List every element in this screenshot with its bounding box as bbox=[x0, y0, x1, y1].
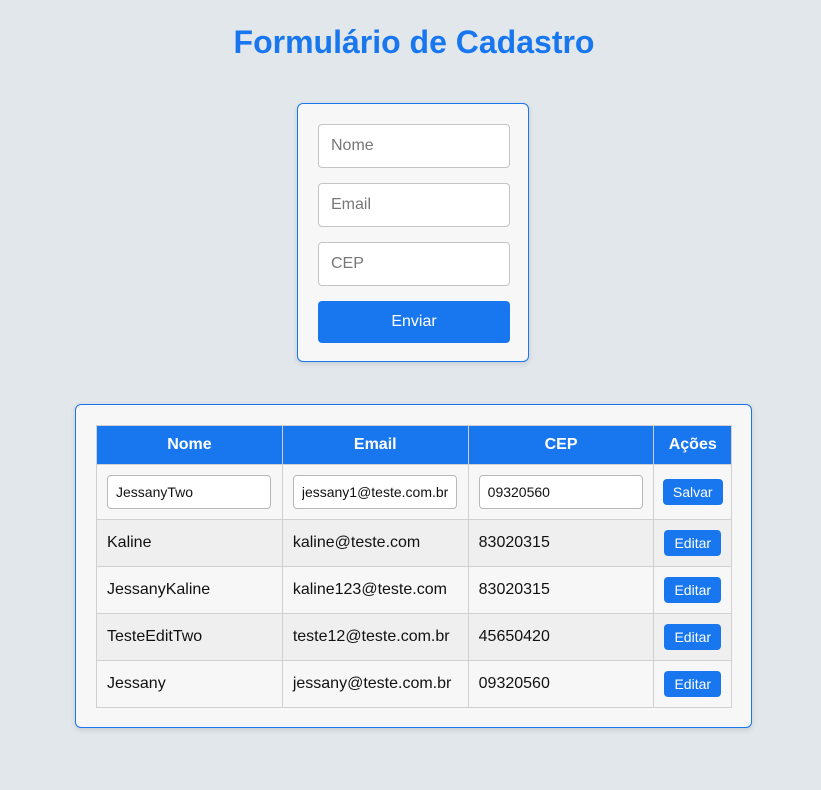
table-row: JessanyKaline kaline123@teste.com 830203… bbox=[96, 566, 732, 614]
editar-button[interactable]: Editar bbox=[664, 624, 722, 650]
salvar-button[interactable]: Salvar bbox=[662, 479, 723, 505]
cell-acoes: Editar bbox=[653, 613, 732, 661]
cell-acoes: Editar bbox=[653, 566, 732, 614]
cell-email: jessany@teste.com.br bbox=[281, 660, 469, 708]
cell-email: kaline123@teste.com bbox=[281, 566, 469, 614]
cell-cep: 09320560 bbox=[467, 660, 655, 708]
cell-nome: Jessany bbox=[96, 660, 283, 708]
edit-cell-cep bbox=[467, 464, 655, 520]
cell-nome: TesteEditTwo bbox=[96, 613, 283, 661]
cell-acoes: Editar bbox=[653, 519, 732, 567]
header-email: Email bbox=[281, 425, 469, 465]
cell-nome: Kaline bbox=[96, 519, 283, 567]
cell-acoes: Editar bbox=[653, 660, 732, 708]
email-input[interactable] bbox=[318, 183, 510, 227]
cell-email: kaline@teste.com bbox=[281, 519, 469, 567]
cell-nome: JessanyKaline bbox=[96, 566, 283, 614]
editar-button[interactable]: Editar bbox=[664, 530, 722, 556]
edit-cep-input[interactable] bbox=[478, 475, 643, 509]
edit-nome-input[interactable] bbox=[107, 475, 271, 509]
enviar-button[interactable]: Enviar bbox=[318, 301, 510, 343]
cell-cep: 45650420 bbox=[467, 613, 655, 661]
table-row: Jessany jessany@teste.com.br 09320560 Ed… bbox=[96, 660, 732, 708]
cell-cep: 83020315 bbox=[467, 519, 655, 567]
cell-email: teste12@teste.com.br bbox=[281, 613, 469, 661]
nome-input[interactable] bbox=[318, 124, 510, 168]
editar-button[interactable]: Editar bbox=[664, 671, 722, 697]
cell-cep: 83020315 bbox=[467, 566, 655, 614]
editing-row: Salvar bbox=[96, 464, 732, 520]
users-table: Nome Email CEP Ações JessanyTwo jessany1… bbox=[96, 425, 732, 708]
header-acoes: Ações bbox=[653, 425, 732, 465]
cep-input[interactable] bbox=[318, 242, 510, 286]
registration-form: Enviar bbox=[297, 103, 529, 362]
edit-email-input[interactable] bbox=[292, 475, 457, 509]
page-title: Formulário de Cadastro bbox=[233, 24, 595, 60]
table-header-row: Nome Email CEP Ações bbox=[96, 425, 732, 465]
header-cep: CEP bbox=[467, 425, 655, 465]
page: Formulário de Cadastro Enviar Nome Email… bbox=[0, 0, 821, 790]
users-table-card: Nome Email CEP Ações JessanyTwo jessany1… bbox=[75, 404, 752, 728]
edit-cell-nome bbox=[96, 464, 283, 520]
header-nome: Nome bbox=[96, 425, 283, 465]
editar-button[interactable]: Editar bbox=[664, 577, 722, 603]
edit-cell-email bbox=[281, 464, 469, 520]
table-row: Kaline kaline@teste.com 83020315 Editar bbox=[96, 519, 732, 567]
table-row: TesteEditTwo teste12@teste.com.br 456504… bbox=[96, 613, 732, 661]
edit-cell-acoes: Salvar bbox=[653, 464, 732, 520]
